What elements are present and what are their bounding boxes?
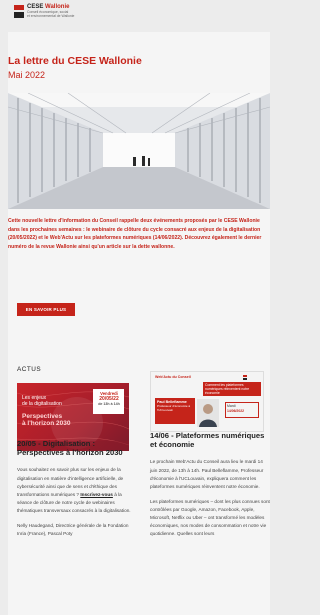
plateformes-event-thumbnail[interactable]: Web'Actu du Conseil Comment les platefor… bbox=[150, 371, 264, 432]
thumb2-tag: Web'Actu du Conseil bbox=[155, 375, 191, 379]
thumb2-logo-icon bbox=[243, 375, 259, 380]
article-digitalisation: 20/05 - Digitalisation : Perspectives à … bbox=[17, 439, 134, 545]
thumb2-headline: Comment les plateformes numériques réinv… bbox=[203, 382, 261, 396]
thumb1-line2: de la digitalisation bbox=[22, 401, 62, 407]
top-bar: CESE Wallonie Conseil économique, social… bbox=[0, 0, 278, 27]
hero-image bbox=[8, 93, 270, 209]
hero-hall-illustration bbox=[8, 93, 270, 209]
thumb2-speaker-box: Paul Belleflamme Professeur d'économie à… bbox=[155, 398, 195, 424]
newsletter-subtitle: Mai 2022 bbox=[8, 70, 46, 80]
logo-mark-icon bbox=[14, 5, 24, 19]
article-plateformes: 14/06 - Plateformes numériques et économ… bbox=[150, 431, 270, 545]
speaker-photo-icon bbox=[197, 399, 219, 427]
article-title-2[interactable]: 14/06 - Plateformes numériques et économ… bbox=[150, 431, 270, 449]
thumb1-line4: à l'horizon 2030 bbox=[22, 420, 71, 427]
thumb2-role: Professeur d'économie à l'UCLouvain bbox=[157, 404, 191, 412]
newsletter-page: CESE Wallonie Conseil économique, social… bbox=[0, 0, 278, 615]
article-paragraph-4: Les plateformes numériques – dont les pl… bbox=[150, 498, 270, 537]
article-paragraph-3: Le prochain Web'Actu du Conseil aura lie… bbox=[150, 459, 264, 489]
article-paragraph: Vous souhaitez en savoir plus sur les en… bbox=[17, 467, 131, 513]
intro-text: Cette nouvelle lettre d'information du C… bbox=[8, 218, 262, 250]
cese-logo[interactable]: CESE Wallonie Conseil économique, social… bbox=[14, 4, 75, 19]
article-title[interactable]: 20/05 - Digitalisation : Perspectives à … bbox=[17, 439, 134, 457]
thumb1-time: de 13h à 14h bbox=[98, 402, 120, 406]
newsletter-title: La lettre du CESE Wallonie bbox=[8, 55, 142, 67]
register-link[interactable]: Inscrivez-vous bbox=[80, 492, 113, 497]
logo-subtitle-2: et environnemental de Wallonie bbox=[27, 14, 75, 18]
thumb1-line3: Perspectives bbox=[22, 413, 63, 420]
thumb2-date: 14/06/2022 bbox=[227, 408, 244, 413]
actus-heading: ACTUS bbox=[17, 366, 42, 373]
read-more-button[interactable]: EN SAVOIR PLUS bbox=[17, 303, 75, 316]
article-paragraph-2: Nelly Haudegand, Directrice générale de … bbox=[17, 522, 129, 537]
